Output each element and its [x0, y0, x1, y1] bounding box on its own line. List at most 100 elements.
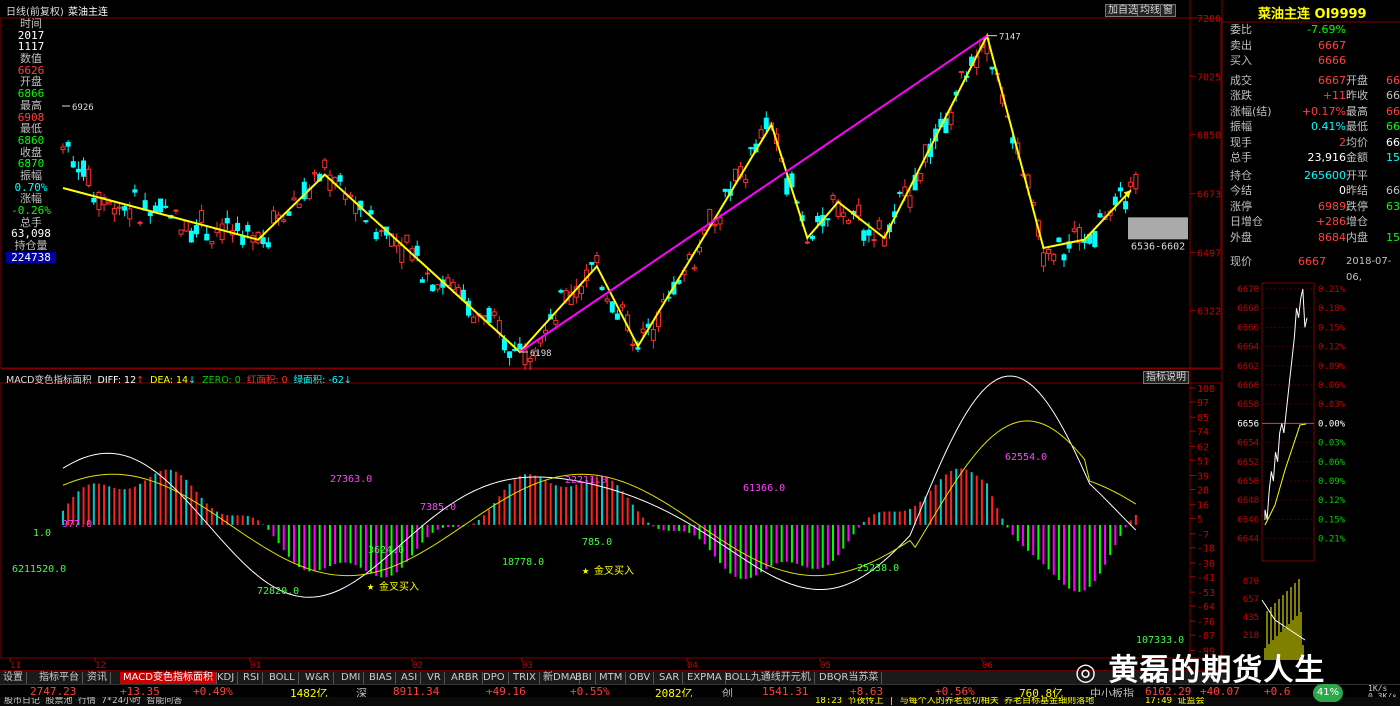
weibo-logo-icon: ◎ [1075, 658, 1097, 686]
candle-body [322, 159, 328, 169]
candle-body [75, 168, 81, 173]
candle-body [871, 239, 877, 242]
macd-title[interactable]: MACD变色指标面积 [6, 375, 91, 386]
macd-area-label: 72820.0 [257, 586, 299, 597]
indicator-tab[interactable]: TRIX [510, 672, 540, 684]
candle-body [804, 241, 810, 244]
intraday-pct-label: 0.09% [1318, 477, 1346, 487]
candle-body [784, 178, 790, 195]
indicator-tab[interactable]: DPO [480, 672, 509, 684]
macd-axis-label: 51 [1197, 456, 1209, 467]
candle-body [491, 311, 497, 316]
macd-area-label: 1.0 [33, 528, 51, 539]
volume-axis-label: 657 [1243, 595, 1259, 605]
candle-body [127, 208, 133, 220]
candle-body [199, 210, 205, 223]
news-ticker-2[interactable]: 17:49 证监会 [1145, 697, 1205, 706]
indicator-tab[interactable]: SAR [656, 672, 684, 684]
candle-body [1092, 231, 1098, 248]
cursor-info-row: 224738 [6, 252, 56, 264]
indicator-tab[interactable]: BBI [572, 672, 596, 684]
indicator-tab[interactable]: 设置 [0, 672, 27, 684]
candle-body [414, 245, 420, 256]
candle-body [404, 234, 410, 243]
indicator-tab[interactable]: 指标平台 [36, 672, 83, 684]
candle-body [748, 147, 754, 150]
intraday-price-label: 6646 [1237, 515, 1259, 525]
quote-label: 最低 [1346, 120, 1368, 133]
bottom-links[interactable]: 股市日记 股票池 行情 7*24小时 智能问答 [4, 697, 182, 706]
indicator-tab[interactable]: BOLL九通线开元机 [722, 672, 815, 684]
indicator-tab[interactable]: MACD变色指标面积 [120, 672, 217, 684]
macd-axis-label: 85 [1197, 413, 1209, 424]
indicator-tab[interactable]: BIAS [366, 672, 396, 684]
news-ticker[interactable]: 18:23 节夜传上 | 与每个人的养老密切相关 养老目标基金细则落地 [815, 697, 1094, 706]
progress-badge: 41% [1313, 684, 1343, 702]
candle-body [106, 201, 112, 205]
candle-body [430, 284, 436, 292]
indicator-explain-button[interactable]: 指标说明 [1143, 371, 1189, 384]
low-label-6198: 6198 [530, 349, 552, 359]
window-button[interactable]: 窗 [1160, 4, 1176, 17]
macd-axis-label: 62 [1197, 442, 1209, 453]
green-area-down-arrow-icon: ↓ [343, 375, 352, 386]
candle-body [712, 224, 718, 227]
indicator-tab[interactable]: DBQR当苏菜 [816, 672, 883, 684]
quote-value: 15.92 [1386, 151, 1400, 164]
candle-body [809, 235, 815, 240]
quote-value: 6666 [1318, 54, 1346, 67]
quote-value: 8684 [1318, 230, 1346, 244]
indicator-tab[interactable]: EXPMA [684, 672, 726, 684]
candle-body [337, 175, 343, 182]
macd-axis-label: 74 [1197, 427, 1209, 438]
quote-label: 买入 [1230, 54, 1252, 67]
indicator-tab[interactable]: RSI [240, 672, 264, 684]
macd-area-label: 3624.0 [368, 545, 404, 556]
quote-value: 0 [1339, 184, 1346, 197]
indicator-tab[interactable]: MTM [596, 672, 627, 684]
macd-zero: ZERO: 0 [202, 375, 241, 386]
indicator-tab[interactable]: W&R [302, 672, 334, 684]
candle-body [517, 343, 523, 350]
indicator-tab[interactable]: ARBR [448, 672, 483, 684]
candle-body [188, 230, 194, 243]
candle-body [137, 221, 143, 224]
quote-row: 涨跌 +11 昨收 66 [1228, 88, 1400, 104]
quote-label: 开平 [1346, 168, 1368, 182]
candle-body [507, 351, 513, 358]
macd-axis-label: -76 [1197, 617, 1215, 628]
candle-body [270, 210, 276, 224]
bottom-news-bar: 股市日记 股票池 行情 7*24小时 智能问答 18:23 节夜传上 | 与每个… [0, 697, 1400, 706]
indicator-tab[interactable]: BOLL [266, 672, 299, 684]
symbol-name-label: 菜油主连 [68, 7, 108, 18]
now-price-label: 现价 [1230, 255, 1252, 268]
macd-axis-label: -30 [1197, 559, 1215, 570]
quote-value: 63 [1386, 199, 1400, 213]
candle-body [861, 230, 867, 241]
intraday-pct-label: 0.15% [1318, 515, 1346, 525]
add-favorite-button[interactable]: 加自选 [1105, 4, 1141, 17]
indicator-tab[interactable]: OBV [626, 672, 655, 684]
quote-value: 6667 [1318, 73, 1346, 87]
candle-body [265, 242, 271, 248]
indicator-tab[interactable]: KDJ [214, 672, 239, 684]
candle-body [558, 290, 564, 293]
candle-body [116, 206, 122, 209]
indicator-tab[interactable]: ASI [398, 672, 422, 684]
indicator-tab[interactable]: 资讯 [84, 672, 111, 684]
candle-body [91, 197, 97, 203]
candle-body [907, 195, 913, 208]
quote-label: 卖出 [1230, 38, 1252, 52]
intraday-price-label: 6670 [1237, 285, 1259, 295]
quote-row: 日增仓 +286 增仓 [1228, 214, 1400, 230]
quote-value: 66 [1386, 120, 1400, 133]
indicator-tab[interactable]: VR [424, 672, 445, 684]
quote-value: +11 [1322, 89, 1346, 102]
candle-body [614, 313, 620, 320]
candlestick-series [60, 36, 1139, 371]
volume-axis-label: 218 [1243, 631, 1259, 641]
candle-body [291, 197, 297, 201]
cursor-info-row: 振幅 [20, 168, 42, 182]
indicator-tab[interactable]: DMI [338, 672, 365, 684]
period-label[interactable]: 日线(前复权) [6, 3, 64, 18]
